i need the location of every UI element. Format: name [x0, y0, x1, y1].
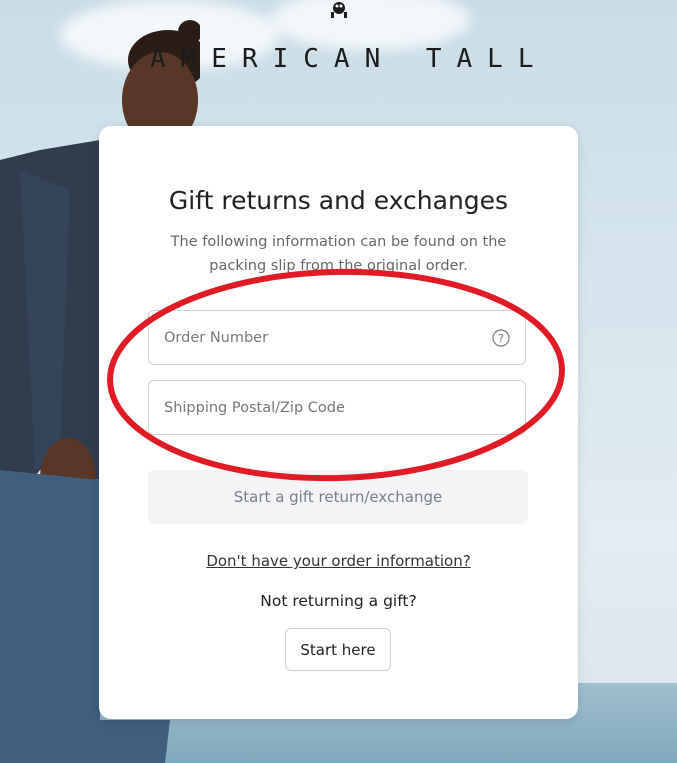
brand-name[interactable]: AMERICAN TALL: [150, 44, 534, 74]
zip-code-field[interactable]: [148, 380, 526, 435]
zip-code-input[interactable]: [149, 381, 494, 434]
not-returning-text: Not returning a gift?: [260, 592, 417, 610]
page-title: Gift returns and exchanges: [168, 186, 509, 215]
brand-logo-icon: [331, 2, 347, 18]
form-subtitle: The following information can be found o…: [170, 234, 507, 274]
order-number-input[interactable]: [149, 311, 494, 364]
question-circle-icon[interactable]: ?: [492, 329, 510, 347]
order-number-field[interactable]: ?: [148, 310, 526, 365]
start-here-button[interactable]: Start here: [285, 628, 391, 671]
start-gift-return-button[interactable]: Start a gift return/exchange: [148, 470, 528, 524]
no-order-info-link[interactable]: Don't have your order information?: [0, 552, 677, 570]
svg-text:?: ?: [498, 332, 504, 345]
